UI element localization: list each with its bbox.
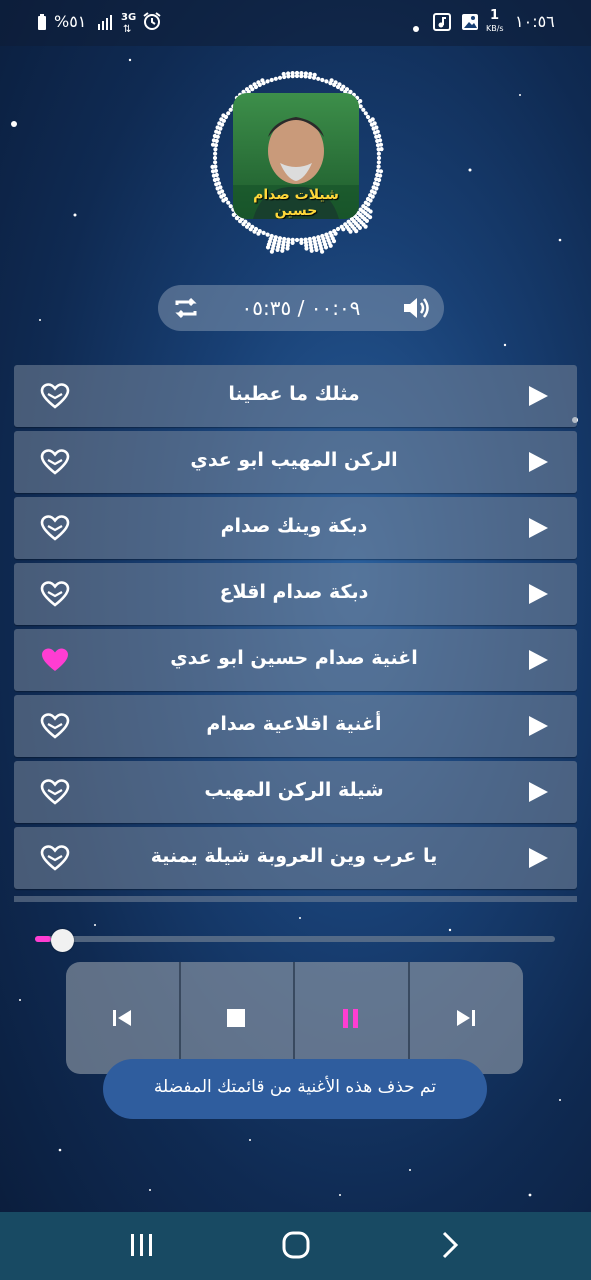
heart-outline-icon[interactable] [40, 777, 70, 807]
song-row[interactable]: اغنية صدام حسين ابو عدي [14, 629, 577, 691]
song-row[interactable]: دبكة وينك صدام [14, 497, 577, 559]
song-row[interactable]: دبكة صدام اقلاع [14, 563, 577, 625]
song-title: دبكة صدام اقلاع [219, 581, 369, 603]
album-cover: شيلات صدام حسين [233, 93, 359, 219]
clock: ١٠:٥٦ [515, 12, 555, 31]
play-icon[interactable] [527, 715, 549, 737]
play-icon[interactable] [527, 385, 549, 407]
signal-icon [98, 14, 114, 34]
heart-outline-icon[interactable] [40, 711, 70, 741]
play-icon[interactable] [527, 451, 549, 473]
song-title: دبكة وينك صدام [220, 515, 368, 537]
network-type: 3G [121, 12, 137, 23]
play-icon[interactable] [527, 847, 549, 869]
playback-info-bar: ٠٠:٠٩ / ٠٥:٣٥ [158, 285, 444, 331]
song-title: الركن المهيب ابو عدي [190, 449, 398, 471]
song-row-partial [14, 896, 577, 902]
song-list[interactable]: مثلك ما عطينا الركن المهيب ابو عدي دبكة وي… [14, 365, 577, 902]
song-row[interactable]: مثلك ما عطينا [14, 365, 577, 427]
seek-bar[interactable] [35, 936, 555, 942]
seek-thumb[interactable] [50, 929, 74, 952]
repeat-icon[interactable] [172, 295, 200, 325]
play-icon[interactable] [527, 649, 549, 671]
song-title: أغنية اقلاعية صدام [206, 713, 382, 735]
volume-icon[interactable] [401, 294, 431, 326]
recents-icon[interactable] [128, 1232, 156, 1262]
net-speed-value: 1 [490, 8, 500, 23]
previous-button[interactable] [66, 962, 179, 1074]
music-notification-icon [432, 12, 452, 36]
pause-button[interactable] [295, 962, 408, 1074]
song-row[interactable]: شيلة الركن المهيب [14, 761, 577, 823]
song-title: شيلة الركن المهيب [204, 779, 384, 801]
time-display: ٠٠:٠٩ / ٠٥:٣٥ [241, 296, 361, 320]
play-icon[interactable] [527, 781, 549, 803]
song-title: اغنية صدام حسين ابو عدي [170, 647, 418, 669]
album-cover-title: شيلات صدام حسين [253, 187, 339, 219]
notification-dot-icon [412, 18, 420, 37]
skip-previous-icon [113, 1010, 131, 1026]
back-icon[interactable] [440, 1230, 460, 1264]
status-bar: %٥١ 3G ⇅ 1 KB/s ١٠:٥٦ [0, 0, 591, 46]
song-row[interactable]: أغنية اقلاعية صدام [14, 695, 577, 757]
heart-outline-icon[interactable] [40, 381, 70, 411]
net-speed-unit: KB/s [486, 24, 504, 33]
song-row[interactable]: يا عرب وين العروبة شيلة يمنية [14, 827, 577, 889]
album-visualizer: شيلات صدام حسين [199, 55, 395, 261]
song-title: مثلك ما عطينا [228, 383, 360, 405]
transport-controls [66, 962, 523, 1074]
toast-notification: تم حذف هذه الأغنية من قائمتك المفضلة [103, 1059, 487, 1119]
toast-message: تم حذف هذه الأغنية من قائمتك المفضلة [153, 1077, 437, 1097]
battery-percentage: %٥١ [54, 12, 87, 31]
system-navigation-bar [0, 1212, 591, 1280]
seek-bar-progress [35, 936, 51, 942]
heart-filled-icon[interactable] [40, 645, 70, 675]
stop-button[interactable] [180, 962, 293, 1074]
song-row[interactable]: الركن المهيب ابو عدي [14, 431, 577, 493]
home-icon[interactable] [281, 1230, 311, 1264]
data-arrows-icon: ⇅ [123, 24, 132, 35]
song-title: يا عرب وين العروبة شيلة يمنية [150, 845, 438, 867]
heart-outline-icon[interactable] [40, 513, 70, 543]
pause-icon [343, 1009, 358, 1028]
battery-icon [36, 13, 48, 35]
stop-icon [227, 1009, 245, 1027]
heart-outline-icon[interactable] [40, 447, 70, 477]
heart-outline-icon[interactable] [40, 579, 70, 609]
skip-next-icon [457, 1010, 475, 1026]
play-icon[interactable] [527, 583, 549, 605]
next-button[interactable] [410, 962, 523, 1074]
gallery-icon [460, 12, 480, 36]
play-icon[interactable] [527, 517, 549, 539]
heart-outline-icon[interactable] [40, 843, 70, 873]
alarm-icon [142, 11, 162, 35]
